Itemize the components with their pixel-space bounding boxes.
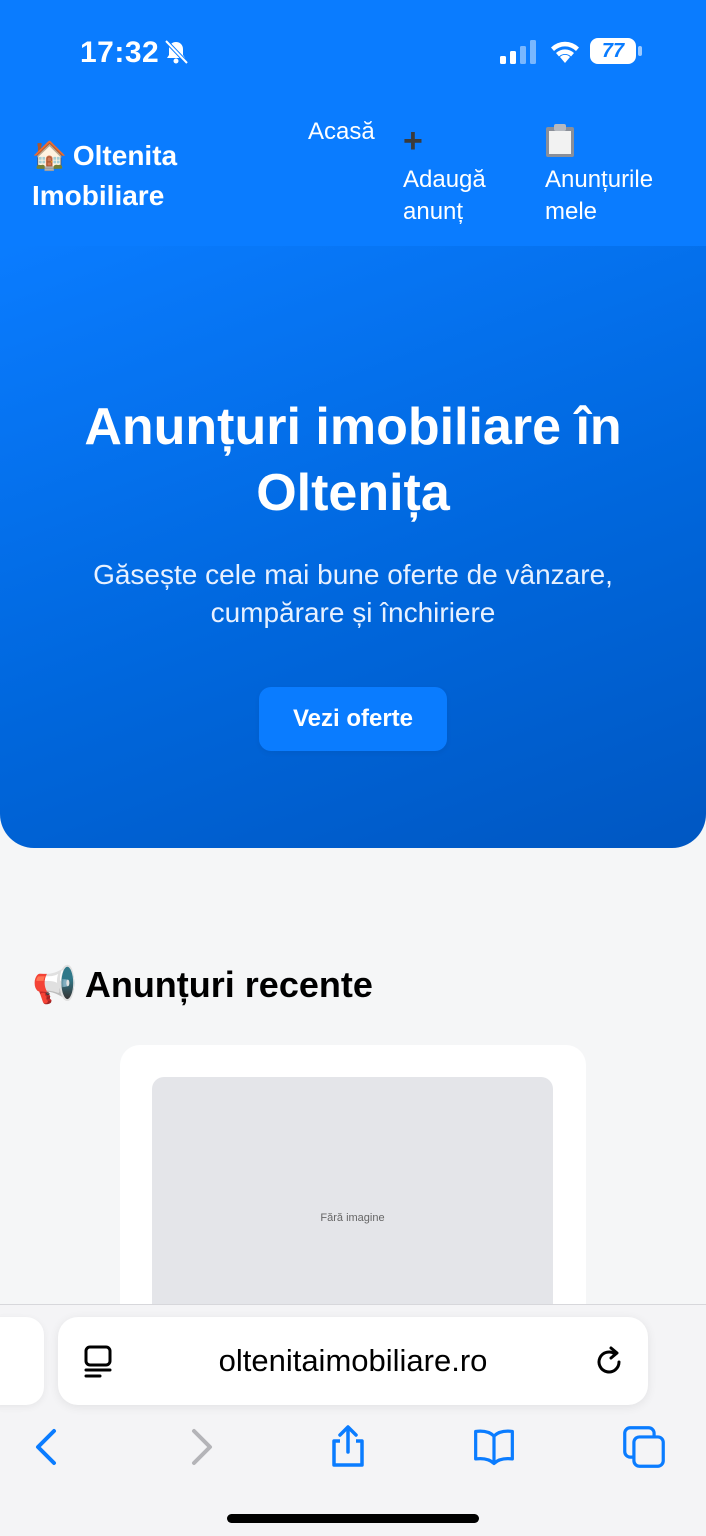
clipboard-icon — [546, 124, 574, 157]
nav-link-add-listing[interactable]: + Adaugă anunț — [403, 124, 513, 228]
bookmarks-icon[interactable] — [472, 1425, 516, 1469]
page: 17:32 77 🏠 Oltenita Imobiliare Acasă + Ad… — [0, 0, 706, 1536]
share-icon[interactable] — [326, 1425, 370, 1469]
battery-icon: 77 — [590, 38, 642, 64]
status-time: 17:32 — [80, 36, 160, 69]
back-icon[interactable] — [26, 1425, 70, 1469]
view-offers-button[interactable]: Vezi oferte — [259, 687, 447, 751]
battery-level: 77 — [601, 40, 625, 62]
hero-subtitle: Găsește cele mai bune oferte de vânzare,… — [93, 559, 613, 628]
nav-mine-label: Anunțurile mele — [545, 166, 654, 225]
bell-slash-icon — [164, 39, 189, 65]
cellular-signal-icon — [500, 40, 536, 64]
browser-toolbar: oltenitaimobiliare.ro — [0, 1304, 706, 1536]
tabs-icon[interactable] — [622, 1425, 666, 1469]
previous-tab-preview[interactable] — [0, 1317, 44, 1405]
hero-title: Anunțuri imobiliare în Oltenița — [84, 398, 622, 522]
nav-add-label: Adaugă anunț — [403, 166, 486, 225]
hero-section: Anunțuri imobiliare în Oltenița Găsește … — [0, 246, 706, 848]
address-bar[interactable]: oltenitaimobiliare.ro — [58, 1317, 648, 1405]
url-text: oltenitaimobiliare.ro — [218, 1343, 488, 1378]
house-icon: 🏠 — [32, 140, 67, 171]
wifi-icon — [551, 41, 579, 63]
megaphone-icon: 📢 — [32, 964, 77, 1005]
home-indicator[interactable] — [227, 1514, 479, 1523]
forward-icon[interactable] — [178, 1425, 222, 1469]
nav-link-home[interactable]: Acasă — [308, 118, 375, 146]
reload-icon[interactable] — [594, 1345, 626, 1377]
recent-title-text: Anunțuri recente — [84, 964, 373, 1005]
listing-card[interactable]: Fără imagine — [120, 1045, 586, 1357]
plus-icon: + — [403, 122, 423, 160]
nav-link-my-listings[interactable]: Anunțurile mele — [545, 124, 685, 228]
no-image-label: Fără imagine — [320, 1212, 385, 1224]
recent-listings-heading: 📢 Anunțuri recente — [32, 964, 373, 1006]
site-logo[interactable]: 🏠 Oltenita Imobiliare — [32, 136, 232, 216]
